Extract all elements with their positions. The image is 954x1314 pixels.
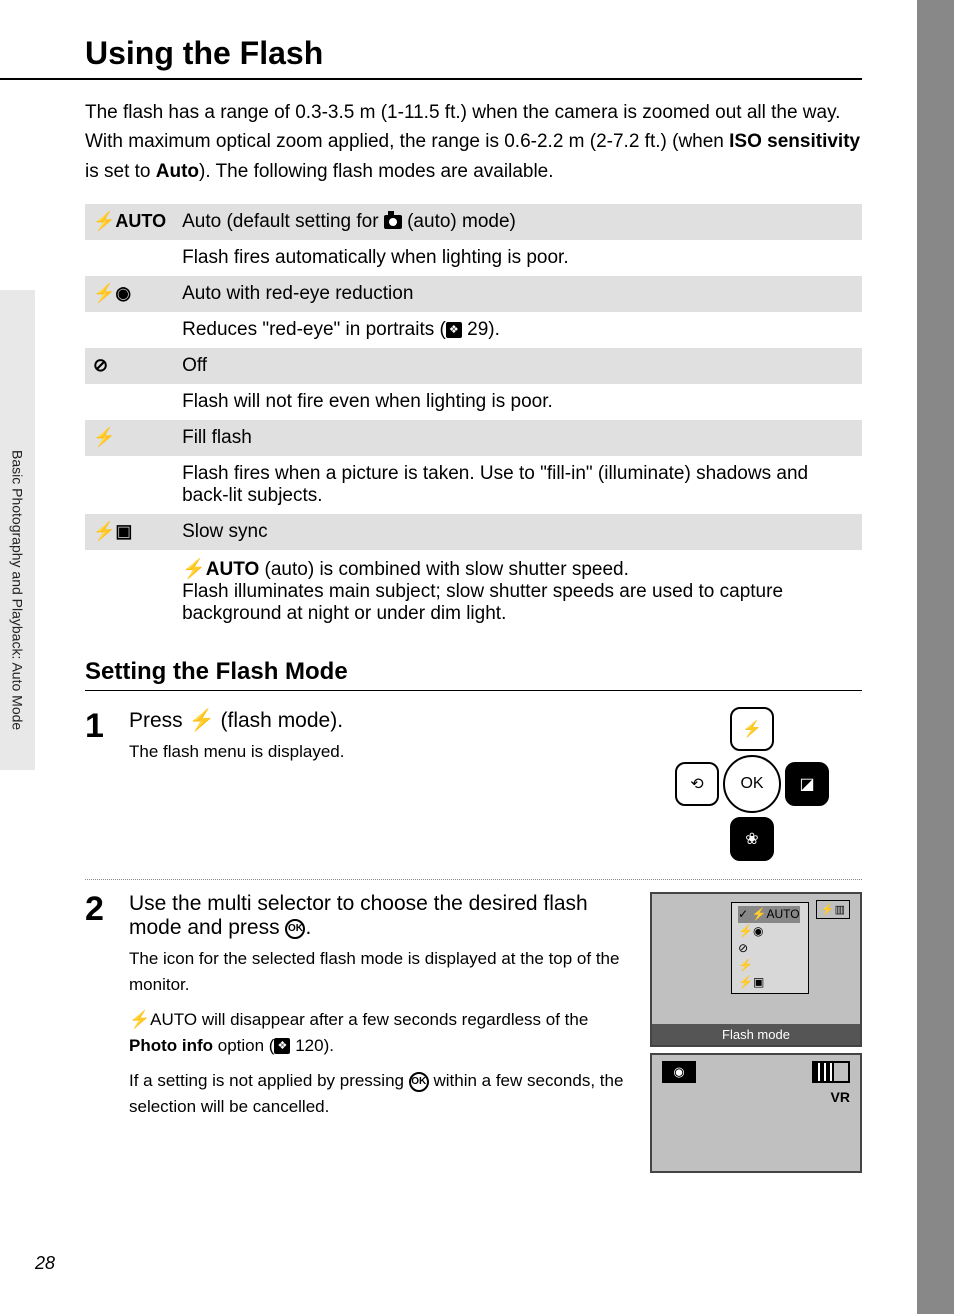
table-row: ⚡AUTO Auto (default setting for (auto) m…: [85, 204, 862, 240]
step-number: 2: [85, 892, 115, 1179]
table-row: ⊘ Off: [85, 348, 862, 384]
page-number: 28: [35, 1253, 55, 1274]
page-title: Using the Flash: [0, 35, 862, 80]
lcd-menu-illustration: ✓ ⚡AUTO ⚡◉ ⊘ ⚡ ⚡▣ ⚡▥ Flash mode: [650, 892, 862, 1047]
table-row: ⚡AUTO (auto) is combined with slow shutt…: [85, 550, 862, 632]
slow-sync-icon: ⚡▣: [93, 521, 132, 541]
multi-selector-diagram: ⚡ ❀ ⟲ ◪ OK: [677, 709, 827, 859]
ok-icon: OK: [409, 1072, 429, 1092]
step-2: 2 Use the multi selector to choose the d…: [85, 879, 862, 1179]
step-number: 1: [85, 709, 115, 859]
flash-icon: ⚡: [189, 709, 215, 732]
vr-icon: VR: [831, 1089, 850, 1105]
side-tab: Basic Photography and Playback: Auto Mod…: [0, 290, 35, 770]
intro-paragraph: The flash has a range of 0.3-3.5 m (1-11…: [85, 98, 862, 186]
ok-icon: OK: [285, 919, 305, 939]
table-row: Flash fires when a picture is taken. Use…: [85, 456, 862, 514]
page-ref-icon: ❖: [446, 322, 462, 338]
step-1: 1 Press ⚡ (flash mode). The flash menu i…: [85, 697, 862, 859]
page-ref-icon: ❖: [274, 1038, 290, 1054]
flash-auto-icon: ⚡AUTO: [182, 559, 259, 580]
table-row: Reduces "red-eye" in portraits (❖ 29).: [85, 312, 862, 348]
camera-mode-icon: ◉: [662, 1061, 696, 1083]
table-row: ⚡▣ Slow sync: [85, 514, 862, 550]
fill-flash-icon: ⚡: [93, 427, 115, 447]
manual-page: Basic Photography and Playback: Auto Mod…: [0, 0, 917, 1314]
flash-redeye-icon: ⚡◉: [93, 283, 131, 303]
flash-auto-icon: ⚡AUTO: [129, 1010, 197, 1029]
dpad-down-icon: ❀: [730, 817, 774, 861]
lcd-footer-label: Flash mode: [652, 1024, 860, 1045]
flash-off-icon: ⊘: [93, 355, 108, 375]
section-breadcrumb: Basic Photography and Playback: Auto Mod…: [10, 450, 26, 730]
table-row: Flash fires automatically when lighting …: [85, 240, 862, 276]
dpad-right-icon: ◪: [785, 762, 829, 806]
subsection-title: Setting the Flash Mode: [85, 658, 862, 691]
flash-modes-table: ⚡AUTO Auto (default setting for (auto) m…: [85, 204, 862, 632]
table-row: ⚡ Fill flash: [85, 420, 862, 456]
battery-icon: [812, 1061, 850, 1083]
lcd-status-illustration: ◉ VR: [650, 1053, 862, 1173]
table-row: Flash will not fire even when lighting i…: [85, 384, 862, 420]
table-row: ⚡◉ Auto with red-eye reduction: [85, 276, 862, 312]
dpad-left-icon: ⟲: [675, 762, 719, 806]
flash-auto-icon: ⚡AUTO: [93, 211, 166, 231]
camera-icon: [384, 215, 402, 229]
dpad-up-icon: ⚡: [730, 707, 774, 751]
dpad-ok-icon: OK: [723, 755, 781, 813]
